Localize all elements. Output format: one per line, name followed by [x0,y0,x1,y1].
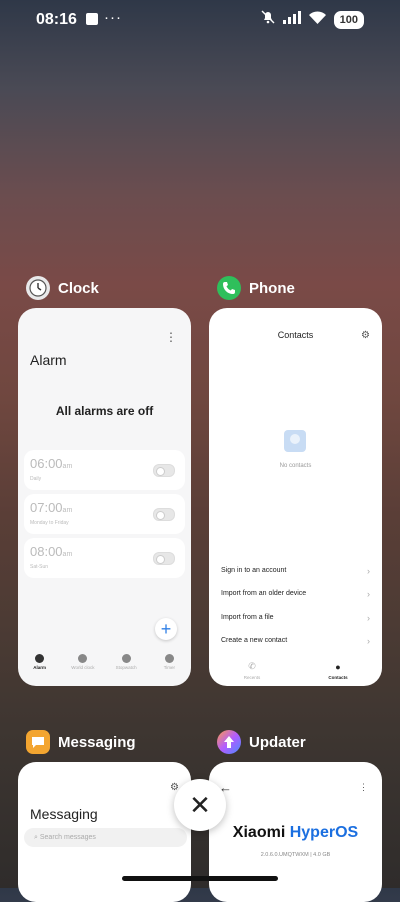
search-icon: ⌕ [34,834,38,841]
phone-app-card[interactable]: Contacts ⚙ No contacts Sign in to an acc… [209,308,382,686]
os-name: Xiaomi HyperOS [232,824,359,841]
person-icon: ● [335,662,341,672]
contacts-title: Contacts [277,330,314,340]
messaging-app-header[interactable]: Messaging [26,730,136,754]
status-time: 08:16 [36,11,77,28]
alarm-toggle[interactable] [153,508,175,521]
tab-recents[interactable]: ✆ Recents [209,661,295,680]
status-bar: 08:16 ··· 100 [0,0,400,40]
settings-gear-icon[interactable]: ⚙ [361,330,370,341]
clock-tab-bar: Alarm World clock Stopwatch Timer [18,652,191,682]
clock-icon [26,276,50,300]
messaging-screen-title: Messaging [30,806,98,822]
import-file-option[interactable]: Import from a file › [221,613,370,623]
status-icons: 100 [261,10,364,29]
world-clock-icon [78,654,88,663]
chevron-right-icon: › [367,566,370,576]
chevron-right-icon: › [367,589,370,599]
more-notifications-icon: ··· [104,9,122,26]
more-options-icon[interactable]: ⋮ [165,330,177,344]
battery-indicator: 100 [333,10,364,29]
alarm-repeat-label: Monday to Friday [30,520,69,526]
stopwatch-icon [121,654,131,663]
messaging-app-name: Messaging [58,733,136,751]
alarm-item[interactable]: 08:00am Sat-Sun [24,538,185,578]
phone-icon [217,276,241,300]
empty-contacts-illustration [284,430,306,452]
clock-app-header[interactable]: Clock [26,276,99,300]
search-placeholder: Search messages [39,834,96,841]
timer-icon [164,654,174,663]
notification-icon [86,13,98,25]
sign-in-account-option[interactable]: Sign in to an account › [221,566,370,576]
alarm-time: 08:00am [30,544,73,559]
alarm-item[interactable]: 07:00am Monday to Friday [24,494,185,534]
search-messages-input[interactable]: ⌕ Search messages [24,828,187,847]
tab-alarm[interactable]: Alarm [18,652,61,682]
create-contact-option[interactable]: Create a new contact › [221,636,370,646]
import-older-device-option[interactable]: Import from an older device › [221,589,370,599]
phone-icon: ✆ [248,661,256,671]
clock-app-name: Clock [58,279,99,297]
chevron-right-icon: › [367,636,370,646]
alarm-repeat-label: Sat-Sun [30,564,49,570]
messaging-icon [26,730,50,754]
alarm-toggle[interactable] [153,552,175,565]
updater-app-card[interactable]: ← ⋮ Xiaomi HyperOS 2.0.6.0.UMQTWXM | 4.0… [209,762,382,902]
mute-bell-icon [261,10,275,29]
clock-app-card[interactable]: ⋮ Alarm All alarms are off 06:00am Daily… [18,308,191,686]
phone-app-header[interactable]: Phone [217,276,295,300]
home-indicator[interactable] [122,876,278,881]
chevron-right-icon: › [367,613,370,623]
clear-all-button[interactable]: ✕ [174,779,226,831]
tab-timer[interactable]: Timer [148,652,191,682]
wifi-icon [308,10,326,29]
alarm-repeat-label: Daily [30,476,42,482]
alarm-icon [35,654,45,663]
alarm-time: 06:00am [30,456,73,471]
updater-app-header[interactable]: Updater [217,730,306,754]
signal-icon [282,10,301,29]
messaging-app-card[interactable]: ⚙ Messaging ⌕ Search messages [18,762,191,902]
no-contacts-message: No contacts [279,463,312,469]
more-options-icon[interactable]: ⋮ [359,782,368,793]
os-version: 2.0.6.0.UMQTWXM | 4.0 GB [260,852,331,858]
tab-stopwatch[interactable]: Stopwatch [105,652,148,682]
updater-app-name: Updater [249,733,306,751]
alarm-screen-title: Alarm [30,352,67,368]
updater-icon [217,730,241,754]
tab-world-clock[interactable]: World clock [61,652,104,682]
alarm-toggle[interactable] [153,464,175,477]
phone-app-name: Phone [249,279,295,297]
tab-contacts[interactable]: ● Contacts [295,662,381,680]
alarm-item[interactable]: 06:00am Daily [24,450,185,490]
alarm-time: 07:00am [30,500,73,515]
alarms-off-message: All alarms are off [55,404,154,418]
add-alarm-button[interactable]: + [155,618,177,640]
